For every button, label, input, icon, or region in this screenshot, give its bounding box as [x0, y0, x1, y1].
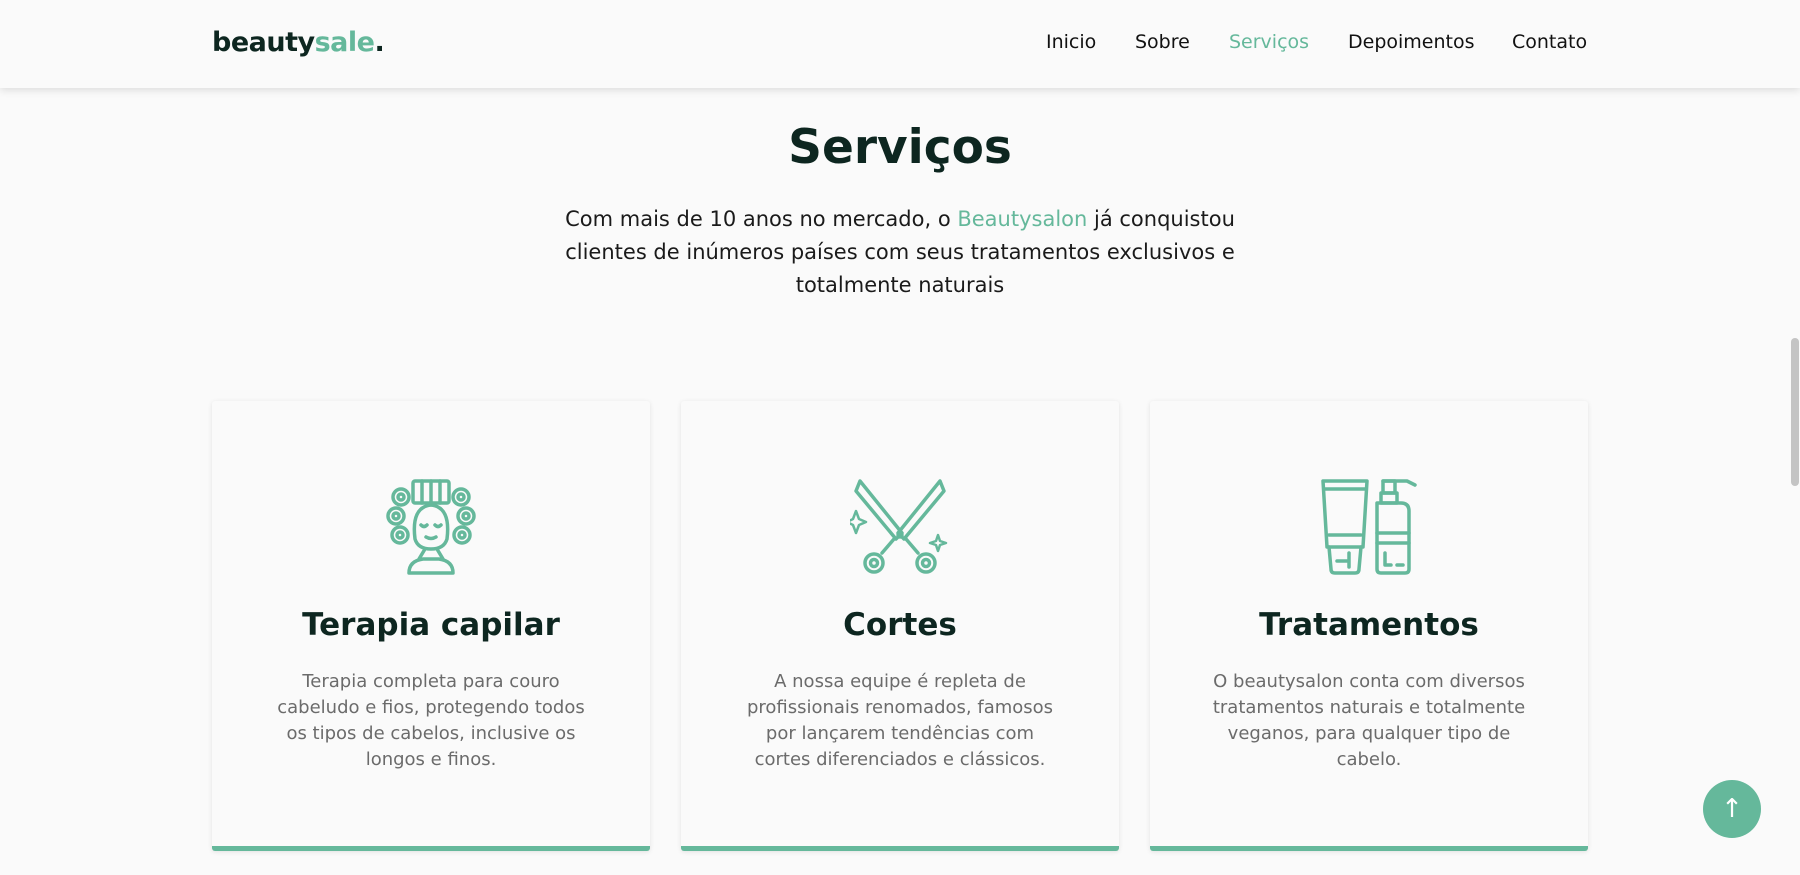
- card-text: Terapia completa para couro cabeludo e f…: [277, 671, 585, 770]
- section-title: Serviços: [788, 120, 1012, 175]
- description-brand: Beautysalon: [957, 207, 1088, 231]
- cosmetic-bottles-icon: [1319, 477, 1419, 577]
- card-title: Terapia capilar: [302, 607, 560, 643]
- service-card-tratamentos: Tratamentos O beautysalon conta com dive…: [1150, 401, 1588, 851]
- section-description: Com mais de 10 anos no mercado, o Beauty…: [560, 203, 1240, 302]
- card-text: A nossa equipe é repleta de profissionai…: [746, 671, 1054, 770]
- logo-dot: .: [374, 27, 385, 58]
- nav-link-depoimentos[interactable]: Depoimentos: [1348, 31, 1475, 53]
- card-title: Cortes: [843, 607, 957, 643]
- scrollbar-thumb[interactable]: [1791, 338, 1799, 486]
- back-to-top-button[interactable]: ↑: [1703, 780, 1761, 838]
- description-text-start: Com mais de 10 anos no mercado, o: [565, 207, 958, 231]
- service-card-terapia: Terapia capilar Terapia completa para co…: [212, 401, 650, 851]
- logo-text: beauty: [212, 27, 315, 58]
- logo-accent-text: sale: [314, 27, 375, 58]
- site-header: beautysale. Inicio Sobre Serviços Depoim…: [0, 0, 1800, 88]
- service-card-cortes: Cortes A nossa equipe é repleta de profi…: [681, 401, 1119, 851]
- card-text: O beautysalon conta com diversos tratame…: [1212, 671, 1526, 770]
- nav-link-servicos[interactable]: Serviços: [1229, 31, 1309, 53]
- hair-rollers-icon: [381, 477, 481, 577]
- nav-link-sobre[interactable]: Sobre: [1135, 31, 1190, 53]
- page-scrollbar[interactable]: [1790, 88, 1800, 875]
- card-title: Tratamentos: [1259, 607, 1479, 643]
- scissors-icon: [845, 477, 950, 577]
- nav-link-inicio[interactable]: Inicio: [1046, 31, 1096, 53]
- arrow-up-icon: ↑: [1721, 794, 1743, 824]
- nav-link-contato[interactable]: Contato: [1512, 31, 1587, 53]
- logo[interactable]: beautysale.: [212, 27, 385, 58]
